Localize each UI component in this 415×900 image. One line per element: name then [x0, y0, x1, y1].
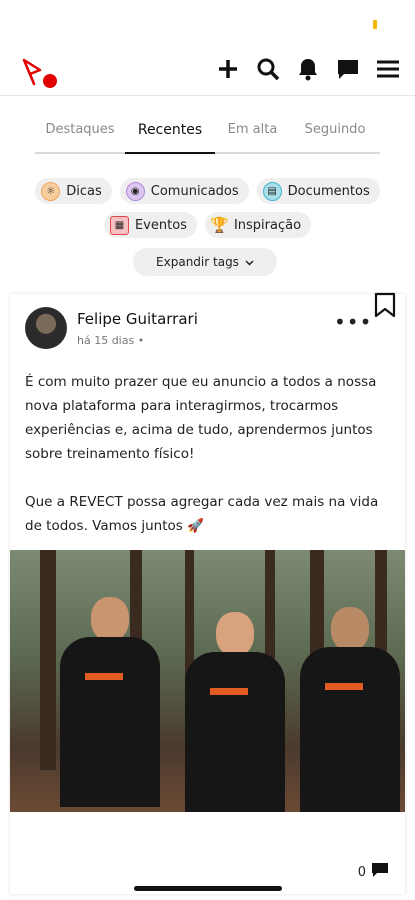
bookmark-icon[interactable] — [374, 292, 396, 322]
chat-icon[interactable] — [335, 56, 361, 82]
plus-icon[interactable] — [215, 56, 241, 82]
calendar-icon: ▦ — [109, 215, 129, 235]
home-indicator[interactable] — [134, 886, 282, 891]
tab-seguindo[interactable]: Seguindo — [290, 114, 380, 152]
feed-tabs: Destaques Recentes Em alta Seguindo — [35, 114, 380, 154]
post-card: Felipe Guitarrari há 15 dias • ••• É com… — [10, 292, 405, 894]
tag-documentos[interactable]: ▤ Documentos — [256, 178, 380, 204]
trophy-icon: 🏆 — [210, 216, 229, 234]
tag-label: Dicas — [66, 183, 102, 199]
post-author[interactable]: Felipe Guitarrari — [77, 310, 198, 328]
tag-dicas[interactable]: ☼ Dicas — [35, 178, 112, 204]
avatar[interactable] — [25, 307, 67, 349]
post-body: É com muito prazer que eu anuncio a todo… — [25, 370, 395, 538]
comments-button[interactable]: 0 — [358, 862, 389, 882]
comment-icon — [371, 862, 389, 882]
tab-destaques[interactable]: Destaques — [35, 114, 125, 152]
post-image[interactable] — [10, 550, 405, 812]
tag-eventos[interactable]: ▦ Eventos — [103, 212, 197, 238]
top-bar — [0, 42, 415, 96]
tag-inspiracao[interactable]: 🏆 Inspiração — [204, 212, 312, 238]
lightbulb-icon: ☼ — [41, 181, 61, 201]
tag-label: Documentos — [287, 183, 370, 199]
chevron-down-icon — [245, 255, 254, 269]
tag-label: Inspiração — [233, 217, 302, 233]
post-time: há 15 dias • — [77, 334, 145, 347]
more-options-icon[interactable]: ••• — [334, 310, 372, 334]
expand-tags-label: Expandir tags — [156, 255, 239, 269]
search-icon[interactable] — [255, 56, 281, 82]
tab-em-alta[interactable]: Em alta — [215, 114, 290, 152]
tab-recentes[interactable]: Recentes — [125, 114, 215, 154]
app-logo[interactable] — [20, 56, 60, 90]
feed-content: Destaques Recentes Em alta Seguindo ☼ Di… — [0, 96, 415, 900]
expand-tags-button[interactable]: Expandir tags — [133, 248, 277, 276]
bell-icon[interactable] — [295, 56, 321, 82]
tag-comunicados[interactable]: ◉ Comunicados — [119, 178, 249, 204]
status-bar — [0, 0, 415, 42]
document-icon: ▤ — [262, 181, 282, 201]
post-paragraph: É com muito prazer que eu anuncio a todo… — [25, 374, 377, 462]
post-paragraph: Que a REVECT possa agregar cada vez mais… — [25, 494, 379, 534]
tag-label: Eventos — [134, 217, 187, 233]
tag-label: Comunicados — [150, 183, 239, 199]
comment-count: 0 — [357, 864, 366, 880]
menu-icon[interactable] — [375, 56, 401, 82]
megaphone-icon: ◉ — [125, 181, 145, 201]
battery-indicator — [373, 20, 377, 29]
tag-filters: ☼ Dicas ◉ Comunicados ▤ Documentos ▦ Eve… — [0, 178, 415, 246]
